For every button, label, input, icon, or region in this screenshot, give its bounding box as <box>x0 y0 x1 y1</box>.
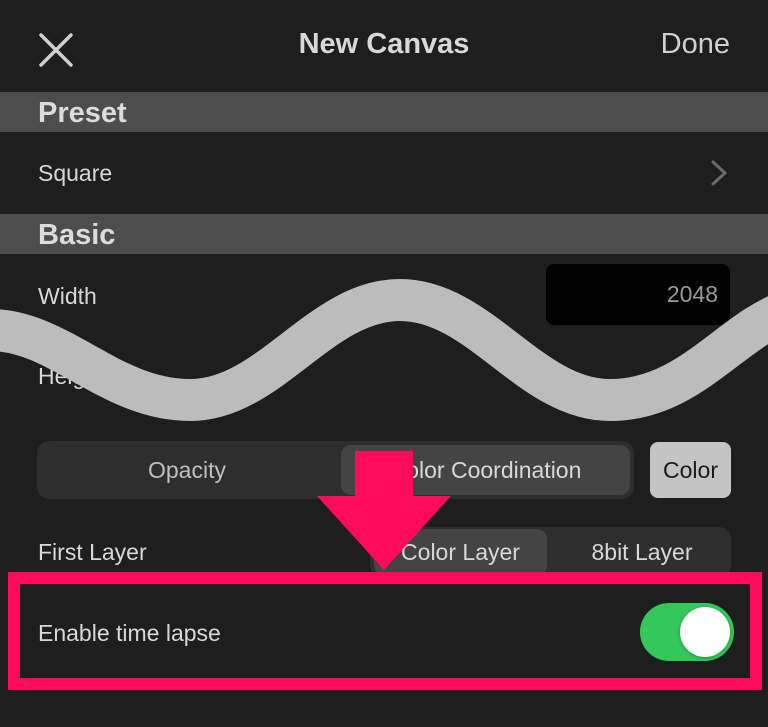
highlight-box <box>8 572 762 690</box>
arrow-down-icon <box>317 451 451 570</box>
wave-divider <box>0 278 768 422</box>
